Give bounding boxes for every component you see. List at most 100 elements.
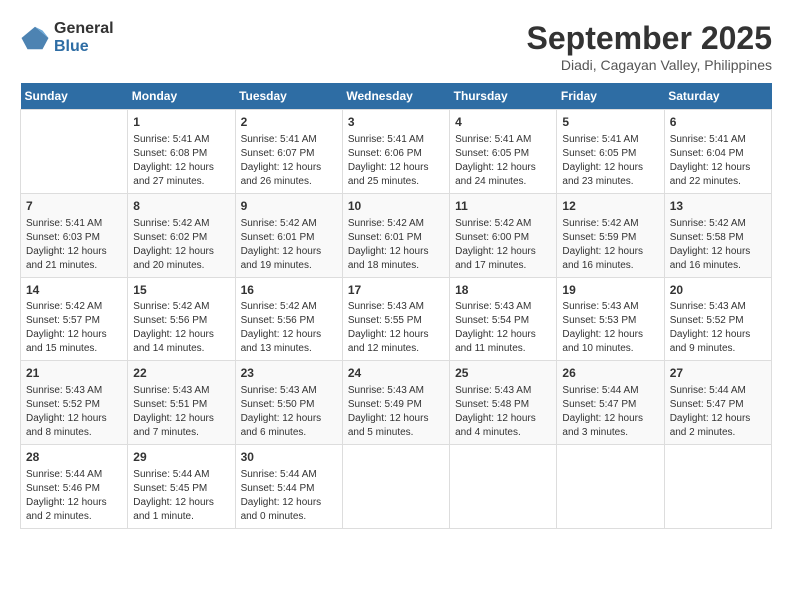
calendar-cell bbox=[557, 445, 664, 529]
calendar-cell: 20Sunrise: 5:43 AMSunset: 5:52 PMDayligh… bbox=[664, 277, 771, 361]
day-info: Sunrise: 5:41 AMSunset: 6:05 PMDaylight:… bbox=[455, 133, 551, 189]
calendar-cell: 28Sunrise: 5:44 AMSunset: 5:46 PMDayligh… bbox=[21, 445, 128, 529]
day-number: 10 bbox=[348, 198, 444, 215]
day-number: 24 bbox=[348, 365, 444, 382]
calendar-cell: 10 Sunrise: 5:42 AMSunset: 6:01 PMDayligh… bbox=[342, 193, 449, 277]
day-info: Sunrise: 5:43 AMSunset: 5:54 PMDaylight:… bbox=[455, 300, 551, 356]
day-number: 17 bbox=[348, 282, 444, 299]
calendar-week-3: 14Sunrise: 5:42 AMSunset: 5:57 PMDayligh… bbox=[21, 277, 772, 361]
title-section: September 2025 Diadi, Cagayan Valley, Ph… bbox=[527, 20, 772, 73]
calendar-header: Sunday Monday Tuesday Wednesday Thursday… bbox=[21, 83, 772, 110]
header-monday: Monday bbox=[128, 83, 235, 110]
day-info: Sunrise: 5:41 AMSunset: 6:06 PMDaylight:… bbox=[348, 133, 444, 189]
header-saturday: Saturday bbox=[664, 83, 771, 110]
day-info: Sunrise: 5:44 AMSunset: 5:45 PMDaylight:… bbox=[133, 468, 229, 524]
day-info: Sunrise: 5:41 AMSunset: 6:08 PMDaylight:… bbox=[133, 133, 229, 189]
day-number: 2 bbox=[241, 114, 337, 131]
calendar-cell: 1 Sunrise: 5:41 AMSunset: 6:08 PMDaylight… bbox=[128, 110, 235, 194]
day-number: 15 bbox=[133, 282, 229, 299]
day-number: 25 bbox=[455, 365, 551, 382]
logo-blue-text: Blue bbox=[54, 38, 114, 56]
calendar-cell bbox=[21, 110, 128, 194]
day-info: Sunrise: 5:42 AMSunset: 5:58 PMDaylight:… bbox=[670, 217, 766, 273]
calendar-cell: 16Sunrise: 5:42 AMSunset: 5:56 PMDayligh… bbox=[235, 277, 342, 361]
day-info: Sunrise: 5:44 AMSunset: 5:47 PMDaylight:… bbox=[562, 384, 658, 440]
calendar-cell: 17Sunrise: 5:43 AMSunset: 5:55 PMDayligh… bbox=[342, 277, 449, 361]
calendar-week-5: 28Sunrise: 5:44 AMSunset: 5:46 PMDayligh… bbox=[21, 445, 772, 529]
calendar-cell: 27Sunrise: 5:44 AMSunset: 5:47 PMDayligh… bbox=[664, 361, 771, 445]
header-sunday: Sunday bbox=[21, 83, 128, 110]
header-wednesday: Wednesday bbox=[342, 83, 449, 110]
day-info: Sunrise: 5:42 AMSunset: 5:56 PMDaylight:… bbox=[133, 300, 229, 356]
logo: General Blue bbox=[20, 20, 114, 55]
day-info: Sunrise: 5:43 AMSunset: 5:52 PMDaylight:… bbox=[670, 300, 766, 356]
header: General Blue September 2025 Diadi, Cagay… bbox=[20, 20, 772, 73]
calendar-cell: 26 Sunrise: 5:44 AMSunset: 5:47 PMDayligh… bbox=[557, 361, 664, 445]
day-number: 19 bbox=[562, 282, 658, 299]
day-number: 9 bbox=[241, 198, 337, 215]
calendar-cell: 4 Sunrise: 5:41 AMSunset: 6:05 PMDaylight… bbox=[450, 110, 557, 194]
day-info: Sunrise: 5:41 AMSunset: 6:04 PMDaylight:… bbox=[670, 133, 766, 189]
calendar-cell: 29Sunrise: 5:44 AMSunset: 5:45 PMDayligh… bbox=[128, 445, 235, 529]
day-number: 11 bbox=[455, 198, 551, 215]
day-info: Sunrise: 5:41 AMSunset: 6:03 PMDaylight:… bbox=[26, 217, 122, 273]
header-tuesday: Tuesday bbox=[235, 83, 342, 110]
day-number: 27 bbox=[670, 365, 766, 382]
calendar-title: September 2025 bbox=[527, 20, 772, 57]
day-info: Sunrise: 5:43 AMSunset: 5:49 PMDaylight:… bbox=[348, 384, 444, 440]
calendar-cell: 5 Sunrise: 5:41 AMSunset: 6:05 PMDaylight… bbox=[557, 110, 664, 194]
calendar-cell: 19Sunrise: 5:43 AMSunset: 5:53 PMDayligh… bbox=[557, 277, 664, 361]
day-number: 5 bbox=[562, 114, 658, 131]
calendar-week-4: 21Sunrise: 5:43 AMSunset: 5:52 PMDayligh… bbox=[21, 361, 772, 445]
day-info: Sunrise: 5:42 AMSunset: 6:01 PMDaylight:… bbox=[241, 217, 337, 273]
calendar-cell: 24 Sunrise: 5:43 AMSunset: 5:49 PMDayligh… bbox=[342, 361, 449, 445]
day-number: 28 bbox=[26, 449, 122, 466]
calendar-cell: 22 Sunrise: 5:43 AMSunset: 5:51 PMDayligh… bbox=[128, 361, 235, 445]
calendar-week-2: 7 Sunrise: 5:41 AMSunset: 6:03 PMDaylight… bbox=[21, 193, 772, 277]
day-number: 22 bbox=[133, 365, 229, 382]
day-info: Sunrise: 5:43 AMSunset: 5:55 PMDaylight:… bbox=[348, 300, 444, 356]
day-number: 30 bbox=[241, 449, 337, 466]
day-info: Sunrise: 5:43 AMSunset: 5:53 PMDaylight:… bbox=[562, 300, 658, 356]
calendar-cell: 3Sunrise: 5:41 AMSunset: 6:06 PMDaylight… bbox=[342, 110, 449, 194]
calendar-body: 1 Sunrise: 5:41 AMSunset: 6:08 PMDaylight… bbox=[21, 110, 772, 529]
day-number: 14 bbox=[26, 282, 122, 299]
header-row: Sunday Monday Tuesday Wednesday Thursday… bbox=[21, 83, 772, 110]
day-info: Sunrise: 5:42 AMSunset: 6:02 PMDaylight:… bbox=[133, 217, 229, 273]
day-number: 18 bbox=[455, 282, 551, 299]
header-friday: Friday bbox=[557, 83, 664, 110]
calendar-cell: 7 Sunrise: 5:41 AMSunset: 6:03 PMDaylight… bbox=[21, 193, 128, 277]
calendar-cell: 21Sunrise: 5:43 AMSunset: 5:52 PMDayligh… bbox=[21, 361, 128, 445]
calendar-cell: 8Sunrise: 5:42 AMSunset: 6:02 PMDaylight… bbox=[128, 193, 235, 277]
day-info: Sunrise: 5:42 AMSunset: 5:56 PMDaylight:… bbox=[241, 300, 337, 356]
day-number: 1 bbox=[133, 114, 229, 131]
day-number: 7 bbox=[26, 198, 122, 215]
logo-icon bbox=[20, 23, 50, 53]
day-info: Sunrise: 5:41 AMSunset: 6:05 PMDaylight:… bbox=[562, 133, 658, 189]
calendar-cell: 13 Sunrise: 5:42 AMSunset: 5:58 PMDayligh… bbox=[664, 193, 771, 277]
calendar-cell: 14Sunrise: 5:42 AMSunset: 5:57 PMDayligh… bbox=[21, 277, 128, 361]
calendar-cell: 11 Sunrise: 5:42 AMSunset: 6:00 PMDayligh… bbox=[450, 193, 557, 277]
day-number: 26 bbox=[562, 365, 658, 382]
calendar-cell bbox=[342, 445, 449, 529]
calendar-cell bbox=[450, 445, 557, 529]
day-info: Sunrise: 5:42 AMSunset: 6:01 PMDaylight:… bbox=[348, 217, 444, 273]
calendar-subtitle: Diadi, Cagayan Valley, Philippines bbox=[527, 57, 772, 73]
calendar-cell: 9 Sunrise: 5:42 AMSunset: 6:01 PMDaylight… bbox=[235, 193, 342, 277]
day-number: 13 bbox=[670, 198, 766, 215]
day-info: Sunrise: 5:43 AMSunset: 5:51 PMDaylight:… bbox=[133, 384, 229, 440]
day-info: Sunrise: 5:41 AMSunset: 6:07 PMDaylight:… bbox=[241, 133, 337, 189]
day-number: 23 bbox=[241, 365, 337, 382]
day-number: 16 bbox=[241, 282, 337, 299]
day-number: 20 bbox=[670, 282, 766, 299]
day-info: Sunrise: 5:42 AMSunset: 5:57 PMDaylight:… bbox=[26, 300, 122, 356]
calendar-cell: 15Sunrise: 5:42 AMSunset: 5:56 PMDayligh… bbox=[128, 277, 235, 361]
day-number: 4 bbox=[455, 114, 551, 131]
calendar-cell bbox=[664, 445, 771, 529]
day-number: 6 bbox=[670, 114, 766, 131]
day-info: Sunrise: 5:42 AMSunset: 5:59 PMDaylight:… bbox=[562, 217, 658, 273]
day-info: Sunrise: 5:42 AMSunset: 6:00 PMDaylight:… bbox=[455, 217, 551, 273]
day-info: Sunrise: 5:43 AMSunset: 5:50 PMDaylight:… bbox=[241, 384, 337, 440]
logo-text: General Blue bbox=[54, 20, 114, 55]
calendar-table: Sunday Monday Tuesday Wednesday Thursday… bbox=[20, 83, 772, 529]
